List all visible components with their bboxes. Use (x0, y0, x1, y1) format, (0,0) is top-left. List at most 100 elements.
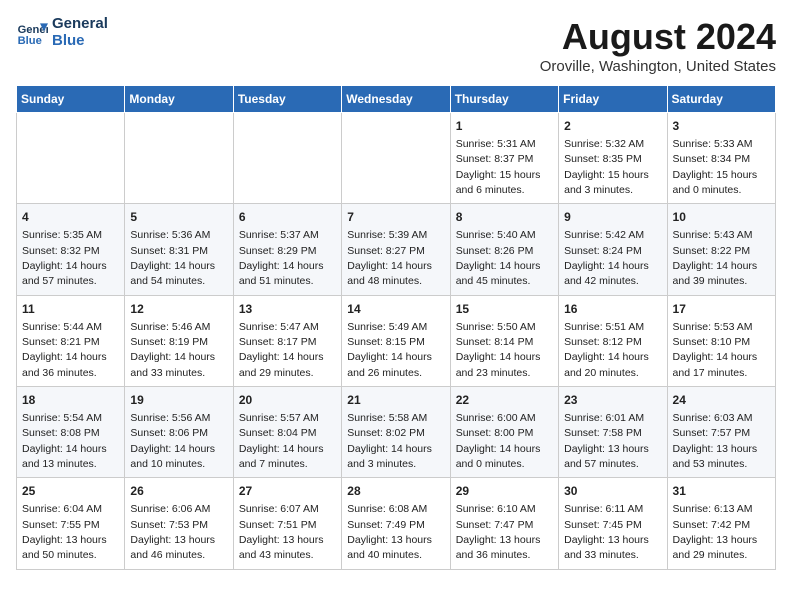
calendar-cell: 30Sunrise: 6:11 AM Sunset: 7:45 PM Dayli… (559, 478, 667, 569)
day-number: 10 (673, 209, 770, 226)
weekday-header-sunday: Sunday (17, 86, 125, 113)
week-row-2: 4Sunrise: 5:35 AM Sunset: 8:32 PM Daylig… (17, 204, 776, 295)
calendar-table: SundayMondayTuesdayWednesdayThursdayFrid… (16, 85, 776, 570)
calendar-cell: 10 Sunrise: 5:43 AM Sunset: 8:22 PM Dayli… (667, 204, 775, 295)
day-info: Sunrise: 5:37 AM Sunset: 8:29 PM Dayligh… (239, 229, 324, 287)
calendar-cell: 23Sunrise: 6:01 AM Sunset: 7:58 PM Dayli… (559, 387, 667, 478)
day-info: Sunrise: 6:00 AM Sunset: 8:00 PM Dayligh… (456, 412, 541, 470)
weekday-header-saturday: Saturday (667, 86, 775, 113)
day-number: 31 (673, 483, 770, 500)
calendar-cell: 13 Sunrise: 5:47 AM Sunset: 8:17 PM Dayli… (233, 295, 341, 386)
week-row-4: 18Sunrise: 5:54 AM Sunset: 8:08 PM Dayli… (17, 387, 776, 478)
day-info: Sunrise: 5:42 AM Sunset: 8:24 PM Dayligh… (564, 229, 649, 287)
day-info: Sunrise: 5:44 AM Sunset: 8:21 PM Dayligh… (22, 321, 107, 379)
calendar-cell: 18Sunrise: 5:54 AM Sunset: 8:08 PM Dayli… (17, 387, 125, 478)
calendar-cell: 14 Sunrise: 5:49 AM Sunset: 8:15 PM Dayli… (342, 295, 450, 386)
calendar-cell: 28Sunrise: 6:08 AM Sunset: 7:49 PM Dayli… (342, 478, 450, 569)
title-block: August 2024 Oroville, Washington, United… (540, 16, 776, 75)
calendar-cell (17, 113, 125, 204)
calendar-cell: 17 Sunrise: 5:53 AM Sunset: 8:10 PM Dayli… (667, 295, 775, 386)
calendar-cell (342, 113, 450, 204)
day-number: 15 (456, 301, 553, 318)
day-number: 21 (347, 392, 444, 409)
day-info: Sunrise: 5:32 AM Sunset: 8:35 PM Dayligh… (564, 138, 649, 196)
day-info: Sunrise: 5:56 AM Sunset: 8:06 PM Dayligh… (130, 412, 215, 470)
calendar-cell: 7 Sunrise: 5:39 AM Sunset: 8:27 PM Daylig… (342, 204, 450, 295)
main-title: August 2024 (540, 16, 776, 58)
day-number: 14 (347, 301, 444, 318)
day-info: Sunrise: 6:11 AM Sunset: 7:45 PM Dayligh… (564, 503, 649, 561)
day-number: 20 (239, 392, 336, 409)
day-number: 26 (130, 483, 227, 500)
svg-text:Blue: Blue (18, 35, 42, 47)
day-number: 28 (347, 483, 444, 500)
calendar-cell: 27 Sunrise: 6:07 AM Sunset: 7:51 PM Dayli… (233, 478, 341, 569)
day-number: 8 (456, 209, 553, 226)
calendar-cell: 29 Sunrise: 6:10 AM Sunset: 7:47 PM Dayli… (450, 478, 558, 569)
day-info: Sunrise: 5:50 AM Sunset: 8:14 PM Dayligh… (456, 321, 541, 379)
day-number: 4 (22, 209, 119, 226)
day-info: Sunrise: 5:47 AM Sunset: 8:17 PM Dayligh… (239, 321, 324, 379)
calendar-cell: 4Sunrise: 5:35 AM Sunset: 8:32 PM Daylig… (17, 204, 125, 295)
day-info: Sunrise: 5:49 AM Sunset: 8:15 PM Dayligh… (347, 321, 432, 379)
day-number: 7 (347, 209, 444, 226)
calendar-cell: 9 Sunrise: 5:42 AM Sunset: 8:24 PM Daylig… (559, 204, 667, 295)
calendar-cell (125, 113, 233, 204)
day-number: 1 (456, 118, 553, 135)
day-info: Sunrise: 5:58 AM Sunset: 8:02 PM Dayligh… (347, 412, 432, 470)
day-info: Sunrise: 5:53 AM Sunset: 8:10 PM Dayligh… (673, 321, 758, 379)
calendar-cell: 24 Sunrise: 6:03 AM Sunset: 7:57 PM Dayli… (667, 387, 775, 478)
calendar-cell: 26 Sunrise: 6:06 AM Sunset: 7:53 PM Dayli… (125, 478, 233, 569)
weekday-header-tuesday: Tuesday (233, 86, 341, 113)
day-number: 17 (673, 301, 770, 318)
day-number: 2 (564, 118, 661, 135)
calendar-cell: 6 Sunrise: 5:37 AM Sunset: 8:29 PM Daylig… (233, 204, 341, 295)
calendar-cell: 1 Sunrise: 5:31 AM Sunset: 8:37 PM Daylig… (450, 113, 558, 204)
day-number: 22 (456, 392, 553, 409)
day-number: 27 (239, 483, 336, 500)
calendar-cell: 22 Sunrise: 6:00 AM Sunset: 8:00 PM Dayli… (450, 387, 558, 478)
weekday-header-row: SundayMondayTuesdayWednesdayThursdayFrid… (17, 86, 776, 113)
calendar-cell: 11Sunrise: 5:44 AM Sunset: 8:21 PM Dayli… (17, 295, 125, 386)
calendar-cell: 12Sunrise: 5:46 AM Sunset: 8:19 PM Dayli… (125, 295, 233, 386)
day-info: Sunrise: 5:40 AM Sunset: 8:26 PM Dayligh… (456, 229, 541, 287)
subtitle: Oroville, Washington, United States (540, 58, 776, 75)
calendar-cell: 8 Sunrise: 5:40 AM Sunset: 8:26 PM Daylig… (450, 204, 558, 295)
calendar-cell: 15 Sunrise: 5:50 AM Sunset: 8:14 PM Dayli… (450, 295, 558, 386)
day-info: Sunrise: 6:07 AM Sunset: 7:51 PM Dayligh… (239, 503, 324, 561)
day-number: 3 (673, 118, 770, 135)
week-row-1: 1 Sunrise: 5:31 AM Sunset: 8:37 PM Daylig… (17, 113, 776, 204)
day-info: Sunrise: 5:39 AM Sunset: 8:27 PM Dayligh… (347, 229, 432, 287)
calendar-cell: 25 Sunrise: 6:04 AM Sunset: 7:55 PM Dayli… (17, 478, 125, 569)
day-number: 24 (673, 392, 770, 409)
calendar-cell: 5Sunrise: 5:36 AM Sunset: 8:31 PM Daylig… (125, 204, 233, 295)
day-info: Sunrise: 5:43 AM Sunset: 8:22 PM Dayligh… (673, 229, 758, 287)
calendar-cell (233, 113, 341, 204)
weekday-header-thursday: Thursday (450, 86, 558, 113)
day-number: 13 (239, 301, 336, 318)
day-number: 16 (564, 301, 661, 318)
day-info: Sunrise: 5:36 AM Sunset: 8:31 PM Dayligh… (130, 229, 215, 287)
day-info: Sunrise: 5:46 AM Sunset: 8:19 PM Dayligh… (130, 321, 215, 379)
day-info: Sunrise: 6:01 AM Sunset: 7:58 PM Dayligh… (564, 412, 649, 470)
day-info: Sunrise: 6:04 AM Sunset: 7:55 PM Dayligh… (22, 503, 107, 561)
day-info: Sunrise: 5:31 AM Sunset: 8:37 PM Dayligh… (456, 138, 541, 196)
day-number: 6 (239, 209, 336, 226)
day-info: Sunrise: 6:10 AM Sunset: 7:47 PM Dayligh… (456, 503, 541, 561)
calendar-cell: 20 Sunrise: 5:57 AM Sunset: 8:04 PM Dayli… (233, 387, 341, 478)
day-info: Sunrise: 5:51 AM Sunset: 8:12 PM Dayligh… (564, 321, 649, 379)
logo-blue: Blue (52, 33, 108, 50)
day-number: 9 (564, 209, 661, 226)
day-number: 29 (456, 483, 553, 500)
day-number: 19 (130, 392, 227, 409)
week-row-3: 11Sunrise: 5:44 AM Sunset: 8:21 PM Dayli… (17, 295, 776, 386)
day-info: Sunrise: 6:03 AM Sunset: 7:57 PM Dayligh… (673, 412, 758, 470)
day-info: Sunrise: 5:57 AM Sunset: 8:04 PM Dayligh… (239, 412, 324, 470)
day-info: Sunrise: 5:54 AM Sunset: 8:08 PM Dayligh… (22, 412, 107, 470)
day-info: Sunrise: 6:06 AM Sunset: 7:53 PM Dayligh… (130, 503, 215, 561)
logo-general: General (52, 16, 108, 33)
calendar-cell: 3 Sunrise: 5:33 AM Sunset: 8:34 PM Daylig… (667, 113, 775, 204)
day-number: 25 (22, 483, 119, 500)
day-info: Sunrise: 5:33 AM Sunset: 8:34 PM Dayligh… (673, 138, 758, 196)
calendar-cell: 21 Sunrise: 5:58 AM Sunset: 8:02 PM Dayli… (342, 387, 450, 478)
